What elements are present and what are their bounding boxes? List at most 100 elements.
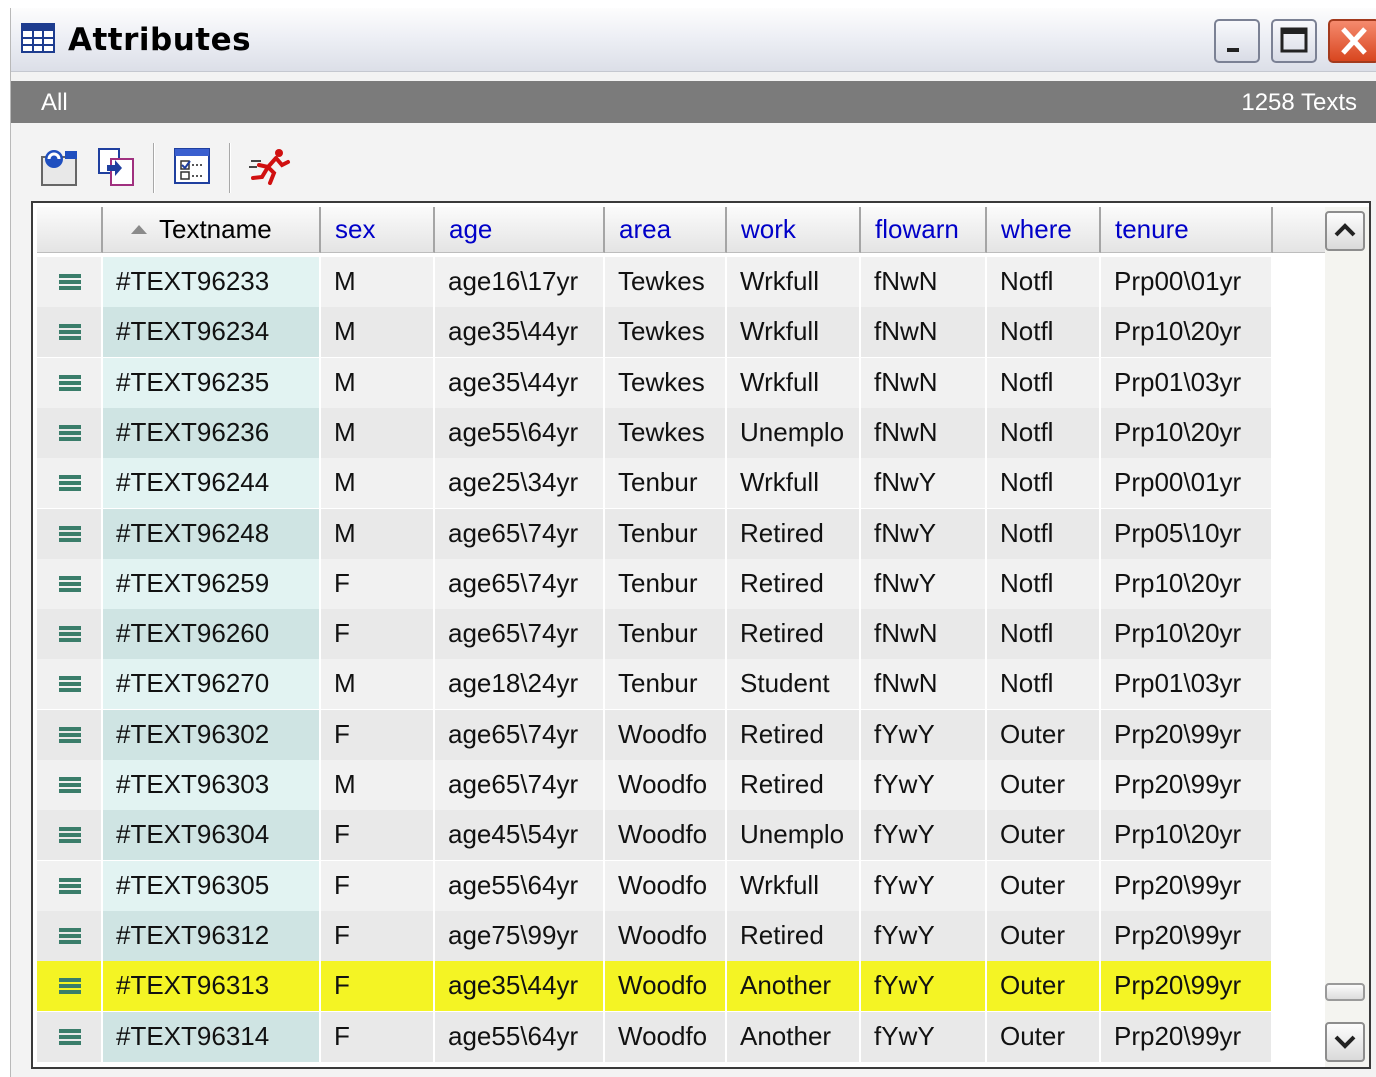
cell-age[interactable]: age35\44yr [435, 357, 605, 408]
cell-sex[interactable]: M [321, 407, 435, 458]
cell-tenure[interactable]: Prp20\99yr [1101, 760, 1273, 810]
refresh-icon[interactable] [39, 145, 83, 189]
cell-area[interactable]: Tenbur [605, 508, 727, 559]
cell-where[interactable]: Outer [987, 810, 1101, 861]
cell-area[interactable]: Tenbur [605, 558, 727, 609]
cell-where[interactable]: Notfl [987, 307, 1101, 358]
column-header-area[interactable]: area [605, 207, 727, 253]
cell-area[interactable]: Woodfo [605, 709, 727, 760]
cell-tenure[interactable]: Prp10\20yr [1101, 307, 1273, 358]
cell-sex[interactable]: F [321, 558, 435, 609]
cell-sex[interactable]: F [321, 860, 435, 911]
cell-flowarn[interactable]: fNwN [861, 307, 987, 358]
cell-where[interactable]: Notfl [987, 659, 1101, 710]
cell-work[interactable]: Retired [727, 609, 861, 660]
cell-flowarn[interactable]: fYwY [861, 810, 987, 861]
cell-age[interactable]: age45\54yr [435, 810, 605, 861]
row-selector[interactable] [37, 659, 103, 710]
cell-tenure[interactable]: Prp20\99yr [1101, 961, 1273, 1012]
maximize-button[interactable] [1271, 19, 1317, 63]
cell-textname[interactable]: #TEXT96234 [103, 307, 321, 358]
cell-where[interactable]: Notfl [987, 609, 1101, 660]
cell-textname[interactable]: #TEXT96303 [103, 760, 321, 810]
cell-sex[interactable]: F [321, 910, 435, 961]
cell-where[interactable]: Notfl [987, 558, 1101, 609]
table-row[interactable]: #TEXT96259 Fage65\74yr Tenbur Retired fNwY No… [37, 558, 1273, 609]
table-row[interactable]: #TEXT96302 Fage65\74yr Woodfo Retired fYwY Ou… [37, 709, 1273, 760]
table-row[interactable]: #TEXT96305 Fage55\64yr Woodfo Wrkfull fYwY Ou… [37, 860, 1273, 911]
cell-tenure[interactable]: Prp10\20yr [1101, 407, 1273, 458]
cell-area[interactable]: Tewkes [605, 307, 727, 358]
cell-flowarn[interactable]: fNwY [861, 458, 987, 509]
cell-textname[interactable]: #TEXT96236 [103, 407, 321, 458]
cell-textname[interactable]: #TEXT96248 [103, 508, 321, 559]
row-selector[interactable] [37, 860, 103, 911]
row-selector[interactable] [37, 257, 103, 307]
cell-area[interactable]: Tewkes [605, 407, 727, 458]
cell-textname[interactable]: #TEXT96233 [103, 257, 321, 307]
cell-where[interactable]: Outer [987, 709, 1101, 760]
vertical-scrollbar[interactable] [1325, 207, 1369, 1067]
cell-flowarn[interactable]: fNwN [861, 357, 987, 408]
cell-work[interactable]: Wrkfull [727, 307, 861, 358]
cell-area[interactable]: Woodfo [605, 860, 727, 911]
cell-age[interactable]: age16\17yr [435, 257, 605, 307]
checklist-icon[interactable] [171, 145, 215, 189]
cell-textname[interactable]: #TEXT96244 [103, 458, 321, 509]
cell-textname[interactable]: #TEXT96313 [103, 961, 321, 1012]
cell-area[interactable]: Tenbur [605, 609, 727, 660]
cell-area[interactable]: Woodfo [605, 910, 727, 961]
copy-icon[interactable] [95, 145, 139, 189]
table-row[interactable]: #TEXT96260 Fage65\74yr Tenbur Retired fNwN No… [37, 609, 1273, 660]
scroll-thumb[interactable] [1325, 983, 1365, 1001]
cell-tenure[interactable]: Prp10\20yr [1101, 810, 1273, 861]
cell-area[interactable]: Woodfo [605, 760, 727, 810]
cell-where[interactable]: Notfl [987, 357, 1101, 408]
cell-where[interactable]: Outer [987, 1011, 1101, 1062]
cell-age[interactable]: age65\74yr [435, 508, 605, 559]
cell-sex[interactable]: M [321, 257, 435, 307]
column-header-textname[interactable]: Textname [103, 207, 321, 253]
cell-flowarn[interactable]: fYwY [861, 709, 987, 760]
cell-textname[interactable]: #TEXT96305 [103, 860, 321, 911]
cell-where[interactable]: Outer [987, 860, 1101, 911]
cell-where[interactable]: Notfl [987, 508, 1101, 559]
cell-area[interactable]: Tenbur [605, 659, 727, 710]
row-selector[interactable] [37, 357, 103, 408]
cell-tenure[interactable]: Prp20\99yr [1101, 1011, 1273, 1062]
cell-tenure[interactable]: Prp20\99yr [1101, 860, 1273, 911]
table-row[interactable]: #TEXT96248 Mage65\74yr Tenbur Retired fNwY No… [37, 508, 1273, 559]
cell-work[interactable]: Unemplo [727, 407, 861, 458]
row-selector[interactable] [37, 910, 103, 961]
cell-tenure[interactable]: Prp10\20yr [1101, 609, 1273, 660]
row-selector[interactable] [37, 1011, 103, 1062]
cell-age[interactable]: age55\64yr [435, 1011, 605, 1062]
cell-sex[interactable]: F [321, 609, 435, 660]
title-bar[interactable]: Attributes [11, 8, 1376, 72]
cell-tenure[interactable]: Prp01\03yr [1101, 357, 1273, 408]
cell-work[interactable]: Retired [727, 558, 861, 609]
cell-sex[interactable]: M [321, 357, 435, 408]
column-header-flowarn[interactable]: flowarn [861, 207, 987, 253]
cell-flowarn[interactable]: fYwY [861, 961, 987, 1012]
cell-age[interactable]: age25\34yr [435, 458, 605, 509]
cell-flowarn[interactable]: fYwY [861, 910, 987, 961]
cell-sex[interactable]: M [321, 307, 435, 358]
cell-work[interactable]: Another [727, 1011, 861, 1062]
cell-flowarn[interactable]: fYwY [861, 1011, 987, 1062]
row-selector[interactable] [37, 709, 103, 760]
table-row[interactable]: #TEXT96313 Fage35\44yr Woodfo Another fYwY Ou… [37, 961, 1273, 1012]
cell-age[interactable]: age65\74yr [435, 558, 605, 609]
cell-textname[interactable]: #TEXT96260 [103, 609, 321, 660]
runner-icon[interactable] [249, 145, 293, 189]
cell-flowarn[interactable]: fNwY [861, 508, 987, 559]
cell-work[interactable]: Wrkfull [727, 357, 861, 408]
table-row[interactable]: #TEXT96303 Mage65\74yr Woodfo Retired fYwY Ou… [37, 760, 1273, 810]
row-selector[interactable] [37, 609, 103, 660]
cell-age[interactable]: age35\44yr [435, 961, 605, 1012]
cell-age[interactable]: age35\44yr [435, 307, 605, 358]
cell-flowarn[interactable]: fNwN [861, 407, 987, 458]
cell-area[interactable]: Woodfo [605, 961, 727, 1012]
cell-work[interactable]: Retired [727, 760, 861, 810]
table-row[interactable]: #TEXT96244 Mage25\34yr Tenbur Wrkfull fNwY No… [37, 458, 1273, 509]
